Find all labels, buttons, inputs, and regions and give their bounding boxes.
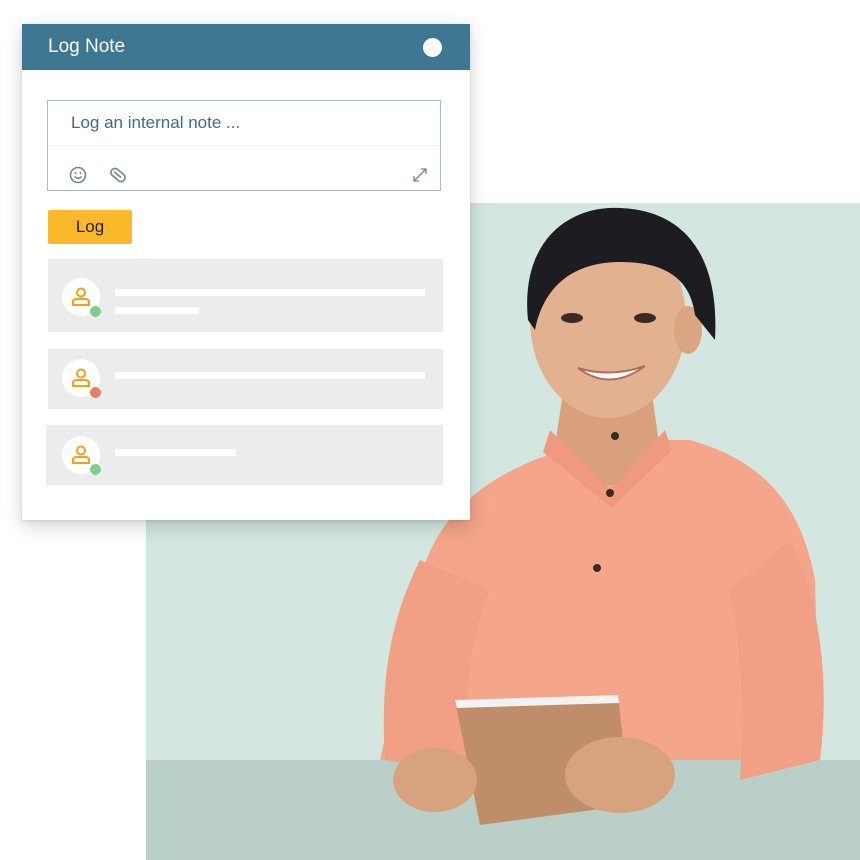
status-online-dot [89,463,102,476]
note-input[interactable] [71,113,411,133]
composer-divider [48,145,440,146]
paperclip-icon[interactable] [107,165,129,185]
header-toggle-dot[interactable] [423,37,442,57]
avatar [62,359,102,399]
placeholder-line [115,372,425,379]
placeholder-line [115,449,236,456]
user-icon [72,287,90,306]
left-hand [393,748,477,812]
card-header: Log Note [22,24,470,70]
message-item[interactable] [48,259,443,332]
avatar [62,436,102,476]
user-icon [72,368,90,387]
log-button[interactable]: Log [48,210,132,244]
emoji-icon[interactable] [68,165,88,185]
avatar [62,278,102,318]
right-hand [565,737,675,813]
user-icon [72,445,90,464]
log-note-card: Log Note Log an internal note ... Log [22,24,470,520]
placeholder-line [115,307,199,314]
expand-icon[interactable] [410,165,430,185]
status-online-dot [89,305,102,318]
status-busy-dot [89,386,102,399]
card-title: Log Note [48,36,126,57]
note-composer [47,100,441,191]
message-item[interactable] [48,349,443,409]
placeholder-line [115,289,425,296]
message-item[interactable] [46,425,443,485]
